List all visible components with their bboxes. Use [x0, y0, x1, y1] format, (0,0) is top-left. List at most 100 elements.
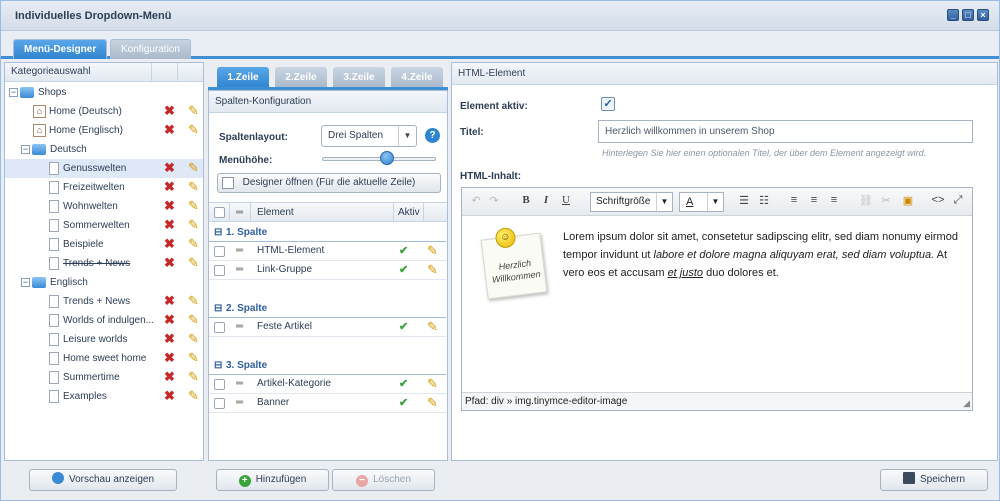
- layout-select[interactable]: Drei Spalten ▼: [321, 125, 417, 147]
- tree-item[interactable]: Trends + News ✖ ✎: [5, 292, 203, 311]
- preview-button[interactable]: Vorschau anzeigen: [29, 469, 177, 491]
- align-left-icon[interactable]: ≡: [786, 194, 802, 206]
- column-group-header[interactable]: ⊟ 3. Spalte: [209, 356, 446, 375]
- unlink-icon[interactable]: ✂: [878, 194, 894, 207]
- align-center-icon[interactable]: ≡: [806, 194, 822, 206]
- collapse-toggle-icon[interactable]: −: [21, 145, 30, 154]
- collapse-toggle-icon[interactable]: −: [21, 278, 30, 287]
- text-color-select[interactable]: A ▼: [679, 192, 724, 212]
- align-right-icon[interactable]: ≡: [826, 194, 842, 206]
- column-group-header[interactable]: ⊟ 2. Spalte: [209, 299, 446, 318]
- tree-item[interactable]: ⌂ Home (Deutsch) ✖ ✎: [5, 102, 203, 121]
- row-checkbox[interactable]: [214, 379, 225, 390]
- collapse-toggle-icon[interactable]: ⊟: [214, 356, 222, 375]
- tab-configuration[interactable]: Konfiguration: [110, 39, 191, 59]
- delete-tools-icon[interactable]: ✖: [164, 104, 178, 118]
- delete-tools-icon[interactable]: ✖: [164, 332, 178, 346]
- edit-pencil-icon[interactable]: ✎: [188, 199, 202, 213]
- numbered-list-icon[interactable]: ☷: [756, 194, 772, 207]
- tree-item[interactable]: Examples ✖ ✎: [5, 387, 203, 406]
- drag-handle-icon[interactable]: ═: [236, 394, 243, 412]
- row-checkbox[interactable]: [214, 246, 225, 257]
- select-all-checkbox[interactable]: [214, 207, 225, 218]
- element-active-checkbox[interactable]: ✓: [601, 97, 615, 111]
- edit-pencil-icon[interactable]: ✎: [188, 180, 202, 194]
- tree-item[interactable]: ⌂ Home (Englisch) ✖ ✎: [5, 121, 203, 140]
- tab-row-3[interactable]: 3.Zeile: [333, 67, 385, 88]
- delete-tools-icon[interactable]: ✖: [164, 294, 178, 308]
- edit-pencil-icon[interactable]: ✎: [427, 318, 438, 336]
- height-slider[interactable]: [322, 151, 436, 165]
- resize-grip-icon[interactable]: ◢: [963, 395, 970, 412]
- edit-pencil-icon[interactable]: ✎: [188, 161, 202, 175]
- tree-item[interactable]: − Shops: [5, 83, 203, 102]
- column-group-header[interactable]: ⊟ 1. Spalte: [209, 223, 446, 242]
- undo-icon[interactable]: ↶: [468, 194, 484, 207]
- edit-pencil-icon[interactable]: ✎: [188, 123, 202, 137]
- save-button[interactable]: Speichern: [880, 469, 988, 491]
- edit-pencil-icon[interactable]: ✎: [188, 332, 202, 346]
- tree-item[interactable]: Beispiele ✖ ✎: [5, 235, 203, 254]
- edit-pencil-icon[interactable]: ✎: [188, 218, 202, 232]
- font-size-select[interactable]: Schriftgröße ▼: [590, 192, 673, 212]
- height-slider-thumb[interactable]: [380, 151, 394, 165]
- table-row[interactable]: ═ Link-Gruppe ✔ ✎: [209, 261, 446, 280]
- drag-handle-icon[interactable]: ═: [236, 318, 243, 336]
- tree-item[interactable]: Summertime ✖ ✎: [5, 368, 203, 387]
- collapse-toggle-icon[interactable]: ⊟: [214, 299, 222, 318]
- row-checkbox[interactable]: [214, 265, 225, 276]
- source-code-icon[interactable]: <>: [930, 194, 946, 206]
- tree-item[interactable]: Leisure worlds ✖ ✎: [5, 330, 203, 349]
- tree-item[interactable]: Sommerwelten ✖ ✎: [5, 216, 203, 235]
- delete-tools-icon[interactable]: ✖: [164, 180, 178, 194]
- row-checkbox[interactable]: [214, 322, 225, 333]
- edit-pencil-icon[interactable]: ✎: [188, 104, 202, 118]
- edit-pencil-icon[interactable]: ✎: [188, 313, 202, 327]
- drag-handle-icon[interactable]: ═: [236, 242, 243, 260]
- delete-tools-icon[interactable]: ✖: [164, 313, 178, 327]
- edit-pencil-icon[interactable]: ✎: [188, 237, 202, 251]
- close-icon[interactable]: ×: [977, 9, 989, 21]
- bold-icon[interactable]: B: [518, 194, 534, 206]
- delete-tools-icon[interactable]: ✖: [164, 237, 178, 251]
- edit-pencil-icon[interactable]: ✎: [427, 375, 438, 393]
- sticky-note-image[interactable]: ☺ Herzlich Willkommen: [480, 226, 548, 300]
- drag-handle-icon[interactable]: ═: [236, 261, 243, 279]
- table-row[interactable]: ═ Artikel-Kategorie ✔ ✎: [209, 375, 446, 394]
- edit-pencil-icon[interactable]: ✎: [188, 370, 202, 384]
- tree-item[interactable]: − Englisch: [5, 273, 203, 292]
- delete-tools-icon[interactable]: ✖: [164, 351, 178, 365]
- delete-tools-icon[interactable]: ✖: [164, 123, 178, 137]
- italic-icon[interactable]: I: [538, 194, 554, 206]
- tree-item[interactable]: − Deutsch: [5, 140, 203, 159]
- delete-tools-icon[interactable]: ✖: [164, 161, 178, 175]
- maximize-icon[interactable]: □: [962, 9, 974, 21]
- tab-row-1[interactable]: 1.Zeile: [217, 67, 269, 88]
- edit-pencil-icon[interactable]: ✎: [188, 351, 202, 365]
- bullet-list-icon[interactable]: ☰: [736, 194, 752, 207]
- tree-item[interactable]: Home sweet home ✖ ✎: [5, 349, 203, 368]
- edit-pencil-icon[interactable]: ✎: [188, 294, 202, 308]
- tree-item[interactable]: Worlds of indulgen... ✖ ✎: [5, 311, 203, 330]
- tab-menu-designer[interactable]: Menü-Designer: [13, 39, 108, 59]
- row-checkbox[interactable]: [214, 398, 225, 409]
- add-button[interactable]: + Hinzufügen: [216, 469, 329, 491]
- editor-body-text[interactable]: Lorem ipsum dolor sit amet, consetetur s…: [563, 228, 963, 282]
- delete-tools-icon[interactable]: ✖: [164, 218, 178, 232]
- table-row[interactable]: ═ Banner ✔ ✎: [209, 394, 446, 413]
- tree-item[interactable]: Wohnwelten ✖ ✎: [5, 197, 203, 216]
- tab-row-4[interactable]: 4.Zeile: [391, 67, 443, 88]
- open-designer-button[interactable]: Designer öffnen (Für die aktuelle Zeile): [217, 173, 441, 193]
- tree-item[interactable]: Freizeitwelten ✖ ✎: [5, 178, 203, 197]
- delete-tools-icon[interactable]: ✖: [164, 389, 178, 403]
- underline-icon[interactable]: U: [558, 194, 574, 206]
- tree-item[interactable]: Trends + News ✖ ✎: [5, 254, 203, 273]
- delete-tools-icon[interactable]: ✖: [164, 370, 178, 384]
- tab-row-2[interactable]: 2.Zeile: [275, 67, 327, 88]
- redo-icon[interactable]: ↷: [486, 194, 502, 207]
- link-icon[interactable]: ⛓: [858, 194, 874, 207]
- tree-item[interactable]: Genusswelten ✖ ✎: [5, 159, 203, 178]
- edit-pencil-icon[interactable]: ✎: [427, 242, 438, 260]
- edit-pencil-icon[interactable]: ✎: [427, 394, 438, 412]
- delete-tools-icon[interactable]: ✖: [164, 199, 178, 213]
